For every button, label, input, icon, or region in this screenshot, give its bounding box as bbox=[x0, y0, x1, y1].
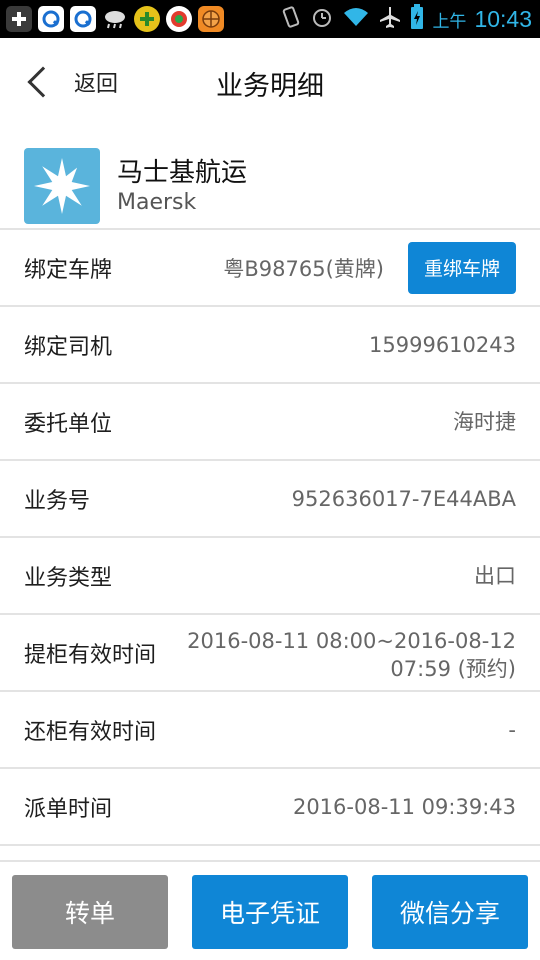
status-bar: 上午 10:43 bbox=[0, 0, 540, 38]
pickup-time-value: 2016-08-11 08:00~2016-08-12 07:59 (预约) bbox=[187, 629, 516, 681]
driver-label: 绑定司机 bbox=[24, 334, 113, 360]
business-no-label: 业务号 bbox=[24, 488, 91, 514]
plate-row: 绑定车牌 粤B98765(黄牌) 重绑车牌 bbox=[0, 230, 540, 307]
business-type-label: 业务类型 bbox=[24, 565, 113, 591]
app-icon bbox=[166, 6, 192, 32]
dispatch-time-label: 派单时间 bbox=[24, 796, 113, 822]
client-row: 委托单位 海时捷 bbox=[0, 384, 540, 461]
pickup-time-row: 提柜有效时间 2016-08-11 08:00~2016-08-12 07:59… bbox=[0, 615, 540, 692]
clock-time: 10:43 bbox=[474, 5, 532, 32]
client-value: 海时捷 bbox=[453, 409, 516, 434]
alarm-icon bbox=[310, 5, 334, 34]
battery-icon bbox=[410, 3, 424, 35]
dispatch-time-value: 2016-08-11 09:39:43 bbox=[292, 794, 516, 819]
business-type-value: 出口 bbox=[474, 563, 516, 588]
business-no-value: 952636017-7E44ABA bbox=[291, 486, 516, 511]
driver-value: 15999610243 bbox=[369, 332, 516, 357]
action-bar: 转单 电子凭证 微信分享 bbox=[0, 860, 540, 960]
wifi-icon bbox=[342, 6, 370, 33]
airplane-icon bbox=[378, 5, 402, 34]
q-browser-icon bbox=[38, 6, 64, 32]
company-name-en: Maersk bbox=[117, 190, 197, 215]
business-no-row: 业务号 952636017-7E44ABA bbox=[0, 461, 540, 538]
app-header: 返回 业务明细 bbox=[0, 38, 540, 126]
rebind-plate-button[interactable]: 重绑车牌 bbox=[408, 241, 516, 294]
business-type-row: 业务类型 出口 bbox=[0, 538, 540, 615]
add-icon bbox=[6, 6, 32, 32]
e-voucher-button[interactable]: 电子凭证 bbox=[192, 875, 348, 949]
q-browser-icon bbox=[70, 6, 96, 32]
game-icon bbox=[134, 6, 160, 32]
return-time-label: 还柜有效时间 bbox=[24, 719, 157, 745]
wechat-share-button[interactable]: 微信分享 bbox=[372, 875, 528, 949]
basketball-icon bbox=[198, 6, 224, 32]
return-time-value: - bbox=[508, 717, 516, 742]
plate-label: 绑定车牌 bbox=[24, 257, 113, 283]
page-title: 业务明细 bbox=[216, 71, 324, 102]
pickup-time-label: 提柜有效时间 bbox=[24, 642, 157, 668]
transfer-button[interactable]: 转单 bbox=[12, 875, 168, 949]
client-label: 委托单位 bbox=[24, 411, 113, 437]
plate-value: 粤B98765(黄牌) bbox=[223, 256, 384, 281]
plate-value-group: 粤B98765(黄牌) 重绑车牌 bbox=[223, 241, 516, 294]
return-time-row: 还柜有效时间 - bbox=[0, 692, 540, 769]
detail-list: 绑定车牌 粤B98765(黄牌) 重绑车牌 绑定司机 15999610243 委… bbox=[0, 228, 540, 846]
company-logo bbox=[24, 148, 100, 224]
notification-icons bbox=[0, 6, 224, 32]
star-icon bbox=[34, 158, 90, 214]
driver-row: 绑定司机 15999610243 bbox=[0, 307, 540, 384]
weather-icon bbox=[102, 6, 128, 32]
clock-ampm: 上午 bbox=[432, 11, 467, 32]
system-indicators: 上午 10:43 bbox=[280, 3, 540, 35]
company-section: 马士基航运 Maersk bbox=[0, 126, 540, 230]
dispatch-time-row: 派单时间 2016-08-11 09:39:43 bbox=[0, 769, 540, 846]
vibrate-icon bbox=[280, 5, 302, 34]
company-name: 马士基航运 bbox=[117, 158, 248, 188]
